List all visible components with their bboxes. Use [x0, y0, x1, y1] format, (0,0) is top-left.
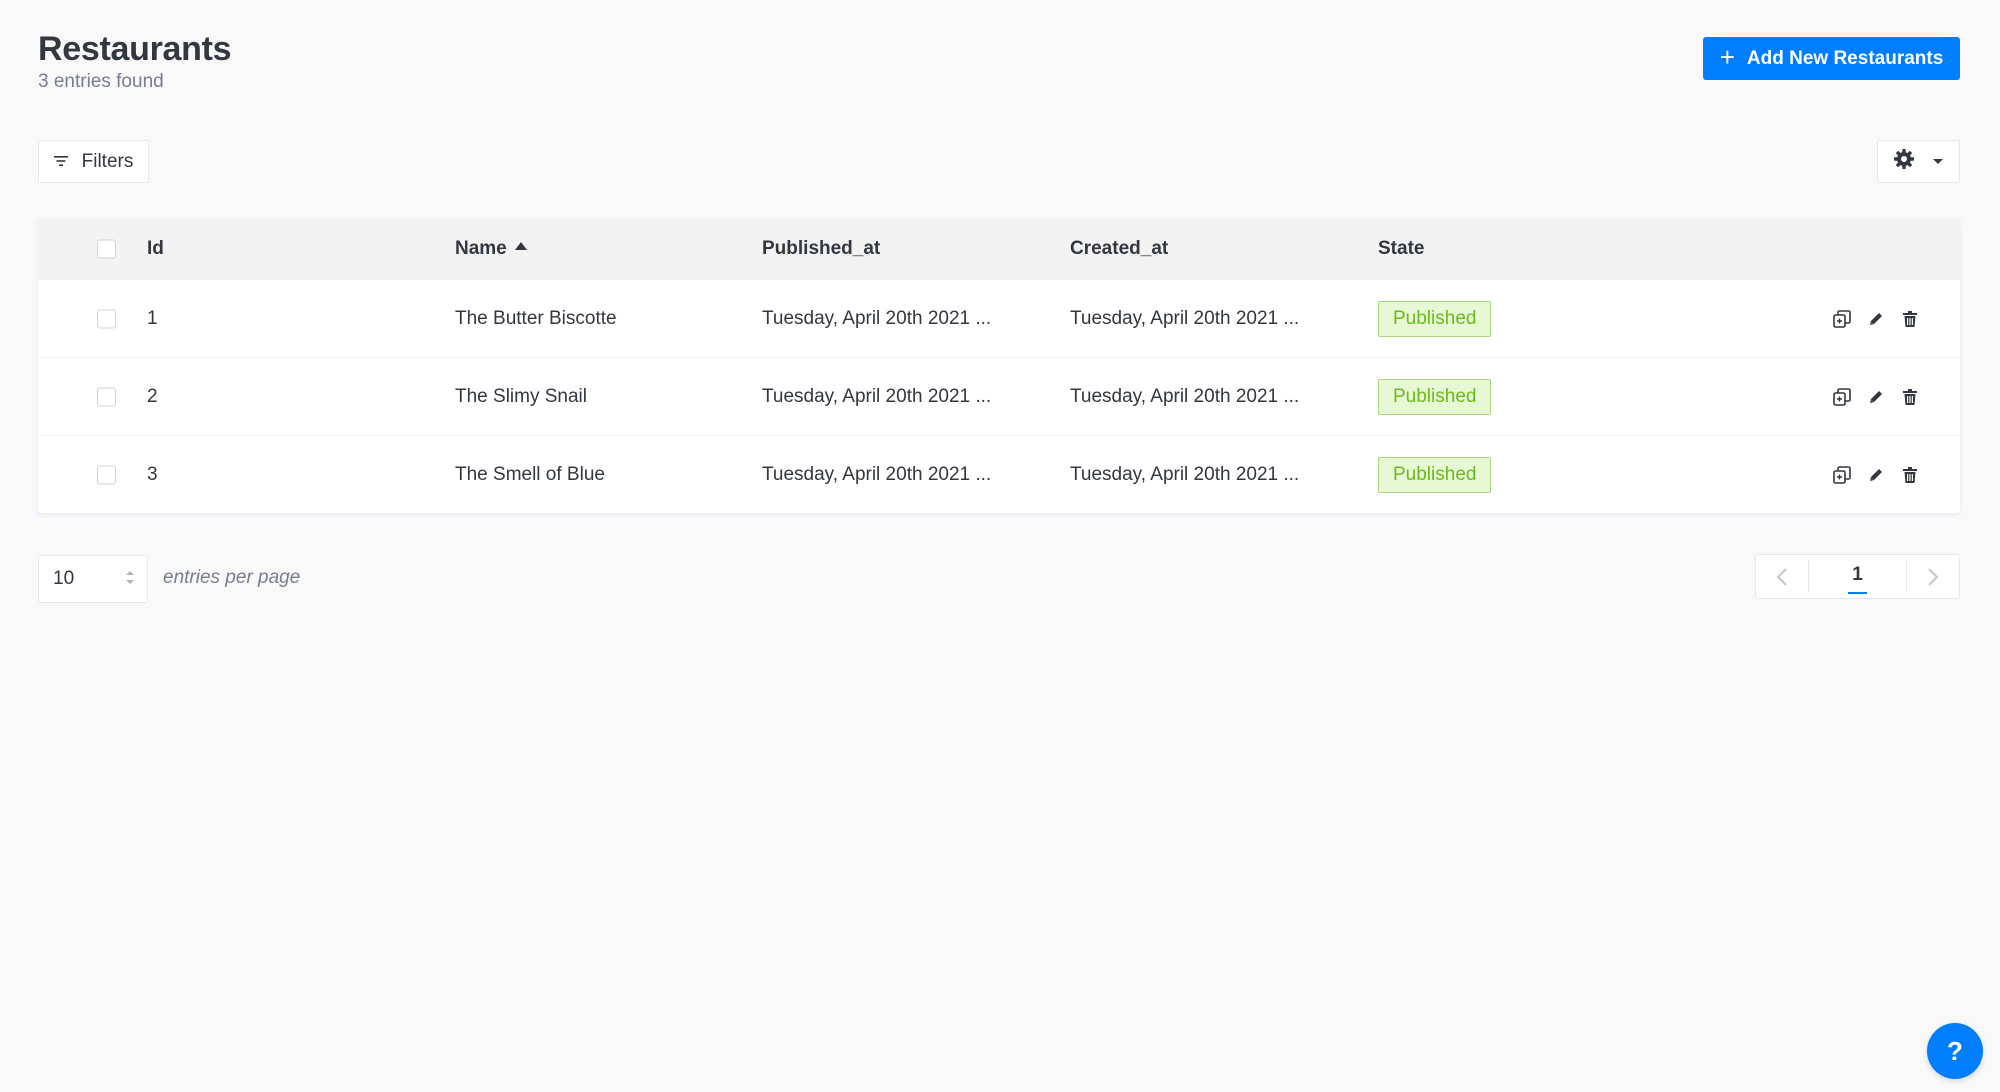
row-created-at: Tuesday, April 20th 2021 ... [1070, 463, 1300, 485]
duplicate-icon[interactable] [1832, 309, 1852, 329]
pencil-icon[interactable] [1866, 309, 1886, 329]
select-arrows-icon [125, 570, 135, 585]
row-state: Published [1378, 300, 1492, 337]
column-header-created-at[interactable]: Created_at [1070, 238, 1168, 260]
row-created-at: Tuesday, April 20th 2021 ... [1070, 307, 1300, 329]
plus-icon: + [1719, 42, 1735, 72]
status-badge: Published [1378, 456, 1492, 493]
row-name: The Slimy Snail [455, 385, 587, 407]
previous-page-button[interactable] [1756, 555, 1808, 598]
row-id: 3 [147, 463, 158, 485]
select-all-checkbox[interactable] [97, 239, 116, 258]
table-header: Id Name Published_at Created_at State [38, 218, 1960, 279]
trash-icon[interactable] [1900, 387, 1920, 407]
column-header-state: State [1378, 237, 1425, 259]
chevron-right-icon [1928, 567, 1939, 586]
chevron-down-icon [1932, 153, 1944, 171]
restaurants-table: Id Name Published_at Created_at State 1 … [38, 218, 1960, 513]
page-title: Restaurants [38, 30, 232, 68]
row-published-at: Tuesday, April 20th 2021 ... [762, 385, 992, 407]
status-badge: Published [1378, 378, 1492, 415]
row-id: 2 [147, 385, 158, 407]
row-name: The Butter Biscotte [455, 307, 617, 329]
row-actions [1832, 465, 1920, 485]
page-number-current[interactable]: 1 [1848, 564, 1867, 594]
column-header-published-at[interactable]: Published_at [762, 238, 880, 260]
table-row[interactable]: 1 The Butter Biscotte Tuesday, April 20t… [38, 279, 1960, 357]
row-id: 1 [147, 307, 158, 329]
table-row[interactable]: 3 The Smell of Blue Tuesday, April 20th … [38, 435, 1960, 513]
row-published-at: Tuesday, April 20th 2021 ... [762, 307, 992, 329]
trash-icon[interactable] [1900, 465, 1920, 485]
help-button[interactable]: ? [1927, 1023, 1983, 1079]
row-created-at: Tuesday, April 20th 2021 ... [1070, 385, 1300, 407]
entries-count: 3 entries found [38, 71, 164, 92]
row-name: The Smell of Blue [455, 463, 605, 485]
filter-icon [53, 151, 68, 173]
entries-per-page-select[interactable]: 10 [38, 555, 148, 603]
entries-per-page-value: 10 [53, 568, 75, 589]
add-button-label: Add New Restaurants [1746, 47, 1944, 69]
duplicate-icon[interactable] [1832, 465, 1852, 485]
duplicate-icon[interactable] [1832, 387, 1852, 407]
sort-ascending-icon [514, 242, 527, 251]
page-list: 1 [1809, 555, 1906, 598]
status-badge: Published [1378, 300, 1492, 337]
row-state: Published [1378, 378, 1492, 415]
filters-label: Filters [81, 150, 134, 172]
row-actions [1832, 309, 1920, 329]
row-checkbox[interactable] [97, 387, 116, 406]
pagination: 1 [1755, 554, 1960, 599]
column-header-id[interactable]: Id [147, 238, 164, 260]
pencil-icon[interactable] [1866, 465, 1886, 485]
row-published-at: Tuesday, April 20th 2021 ... [762, 463, 992, 485]
pencil-icon[interactable] [1866, 387, 1886, 407]
add-new-restaurant-button[interactable]: + Add New Restaurants [1703, 37, 1960, 80]
row-checkbox[interactable] [97, 465, 116, 484]
column-header-name[interactable]: Name [455, 238, 527, 260]
filters-button[interactable]: Filters [38, 140, 149, 183]
page-header: Restaurants 3 entries found [38, 30, 232, 93]
gear-icon [1893, 149, 1914, 174]
row-checkbox[interactable] [97, 309, 116, 328]
entries-per-page-label: entries per page [163, 567, 301, 588]
trash-icon[interactable] [1900, 309, 1920, 329]
table-settings-button[interactable] [1877, 140, 1960, 183]
row-actions [1832, 387, 1920, 407]
next-page-button[interactable] [1907, 555, 1959, 598]
row-state: Published [1378, 456, 1492, 493]
column-header-name-label: Name [455, 237, 507, 259]
chevron-left-icon [1776, 567, 1787, 586]
table-row[interactable]: 2 The Slimy Snail Tuesday, April 20th 20… [38, 357, 1960, 435]
